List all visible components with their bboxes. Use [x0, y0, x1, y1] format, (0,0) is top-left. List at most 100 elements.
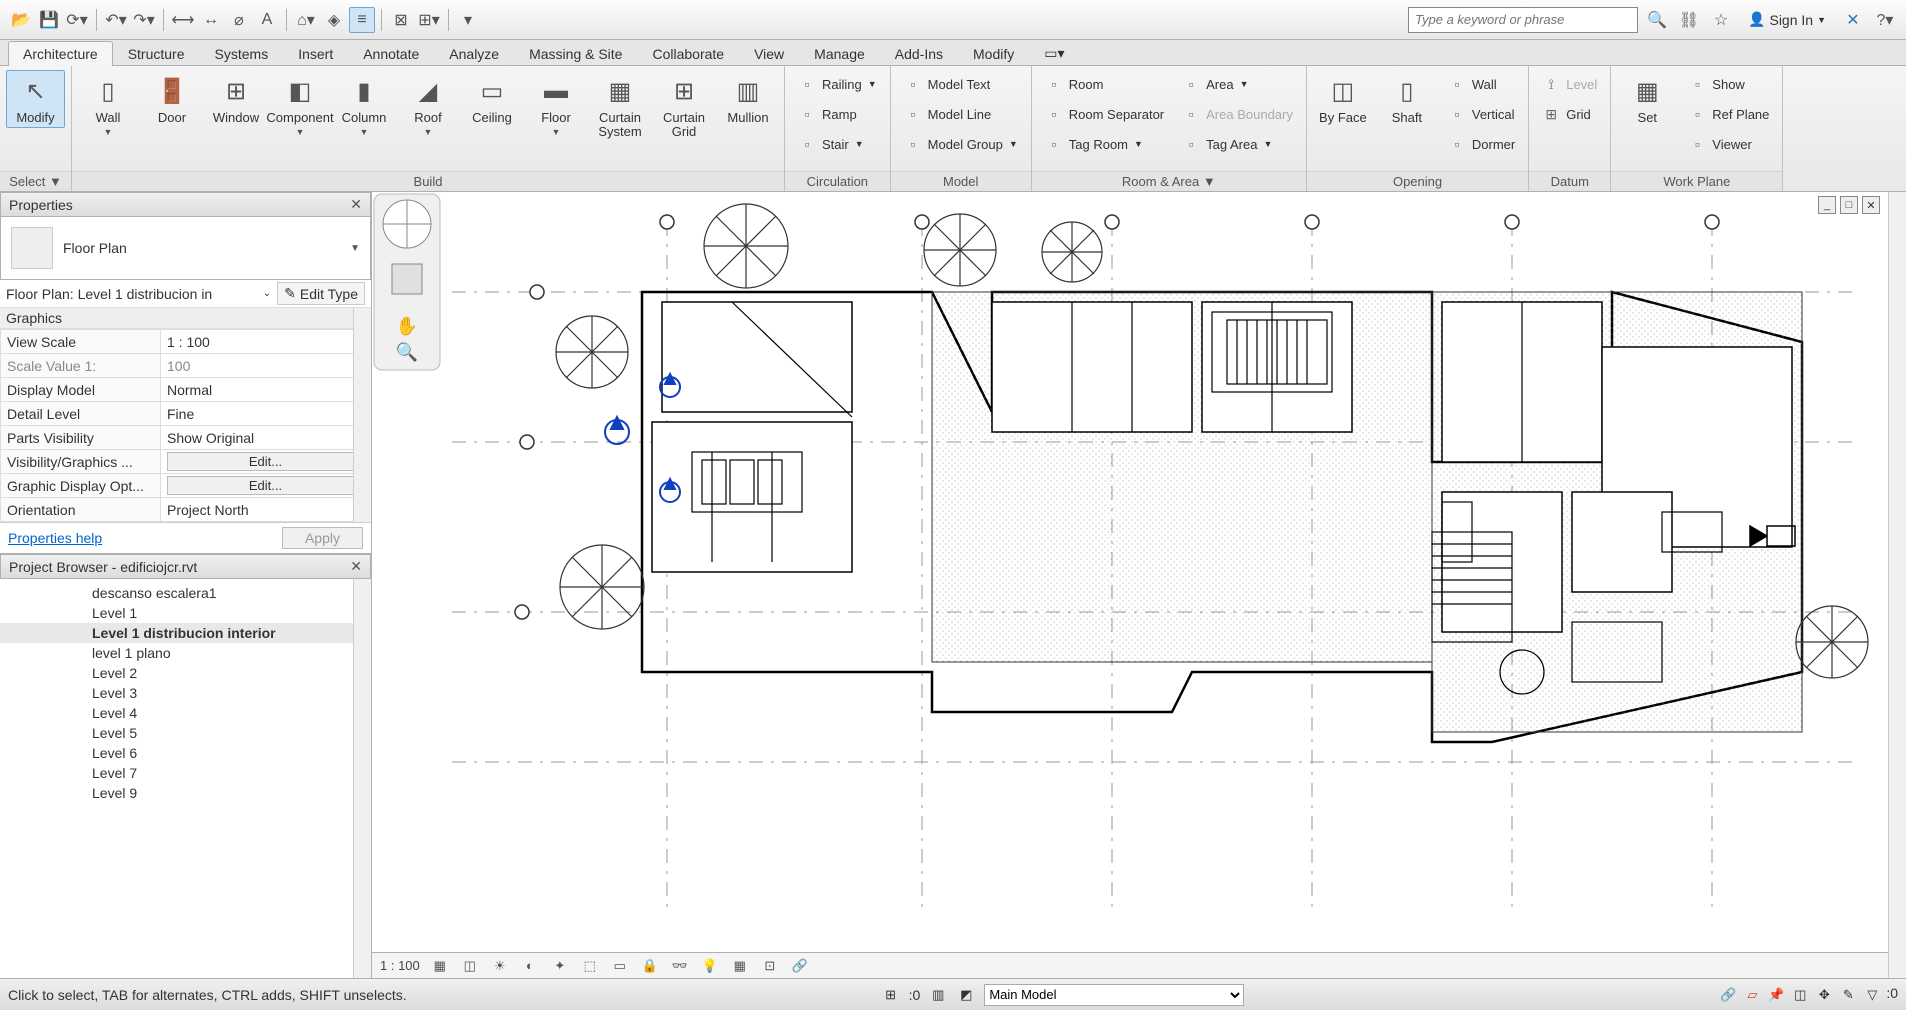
instance-name[interactable]: Floor Plan: Level 1 distribucion in: [6, 286, 257, 302]
modify-button[interactable]: ↖ Modify: [6, 70, 65, 128]
room-separator-button[interactable]: ▫Room Separator: [1038, 100, 1171, 128]
crop-view-icon[interactable]: ⬚: [580, 957, 600, 975]
text-icon[interactable]: A: [254, 7, 280, 33]
properties-header[interactable]: Properties ✕: [0, 192, 371, 217]
exchange-icon[interactable]: ✕: [1840, 7, 1866, 33]
floor-button[interactable]: ▬Floor▼: [526, 70, 586, 140]
mullion-button[interactable]: ▥Mullion: [718, 70, 778, 128]
ribbon-state-icon[interactable]: ▭▾: [1029, 40, 1079, 66]
open-icon[interactable]: 📂: [8, 7, 34, 33]
drag-elements-icon[interactable]: ✥: [1814, 985, 1834, 1005]
tab-insert[interactable]: Insert: [283, 41, 348, 66]
worksharing-display-icon[interactable]: ▦: [730, 957, 750, 975]
tab-architecture[interactable]: Architecture: [8, 41, 113, 66]
redo-icon[interactable]: ↷▾: [131, 7, 157, 33]
editable-only-icon[interactable]: ✎: [1838, 985, 1858, 1005]
property-row[interactable]: Display ModelNormal: [1, 378, 371, 402]
select-underlay-icon[interactable]: ▱: [1742, 985, 1762, 1005]
chevron-down-icon[interactable]: ⌄: [263, 288, 271, 299]
sun-path-icon[interactable]: ☀: [490, 957, 510, 975]
properties-help-link[interactable]: Properties help: [8, 530, 102, 546]
stair-button[interactable]: ▫Stair ▼: [791, 130, 884, 158]
tab-annotate[interactable]: Annotate: [348, 41, 434, 66]
switch-windows-icon[interactable]: ⊞▾: [416, 7, 442, 33]
model-line-button[interactable]: ▫Model Line: [897, 100, 1025, 128]
tag-room-button[interactable]: ▫Tag Room ▼: [1038, 130, 1171, 158]
help-icon[interactable]: ?▾: [1872, 7, 1898, 33]
drawing-canvas[interactable]: _ □ ✕: [372, 192, 1888, 978]
type-selector[interactable]: Floor Plan ▼: [0, 217, 371, 280]
edit-button[interactable]: Edit...: [167, 476, 364, 495]
save-icon[interactable]: 💾: [36, 7, 62, 33]
close-inactive-icon[interactable]: ⊠: [388, 7, 414, 33]
property-row[interactable]: OrientationProject North: [1, 498, 371, 522]
property-row[interactable]: View Scale1 : 100: [1, 330, 371, 354]
search-input[interactable]: [1408, 7, 1638, 33]
analytical-icon[interactable]: ⊡: [760, 957, 780, 975]
browser-item[interactable]: level 1 plano: [0, 643, 371, 663]
close-icon[interactable]: ✕: [350, 558, 362, 575]
lock-3d-icon[interactable]: 🔒: [640, 957, 660, 975]
tab-collaborate[interactable]: Collaborate: [637, 41, 739, 66]
area-button[interactable]: ▫Area ▼: [1175, 70, 1300, 98]
detail-level-icon[interactable]: ▦: [430, 957, 450, 975]
design-options-icon[interactable]: ▥: [928, 985, 948, 1005]
tab-analyze[interactable]: Analyze: [434, 41, 514, 66]
roof-button[interactable]: ◢Roof▼: [398, 70, 458, 140]
canvas-scrollbar-v[interactable]: [1888, 192, 1906, 978]
property-row[interactable]: Graphic Display Opt...Edit...: [1, 474, 371, 498]
wall-button[interactable]: ▯Wall▼: [78, 70, 138, 140]
tab-structure[interactable]: Structure: [113, 41, 200, 66]
browser-item[interactable]: Level 3: [0, 683, 371, 703]
search-icon[interactable]: 🔍: [1644, 7, 1670, 33]
show-button[interactable]: ▫Show: [1681, 70, 1776, 98]
properties-scrollbar[interactable]: [353, 308, 371, 522]
railing-button[interactable]: ▫Railing ▼: [791, 70, 884, 98]
vertical-button[interactable]: ▫Vertical: [1441, 100, 1522, 128]
room-button[interactable]: ▫Room: [1038, 70, 1171, 98]
shadows-icon[interactable]: ◐: [520, 957, 540, 975]
tab-systems[interactable]: Systems: [200, 41, 284, 66]
workset-icon[interactable]: ⊞: [881, 985, 901, 1005]
navigation-bar[interactable]: ✋ 🔍: [372, 192, 442, 372]
default-3d-icon[interactable]: ⌂▾: [293, 7, 319, 33]
browser-scrollbar[interactable]: [353, 579, 371, 978]
measure-icon[interactable]: ⟷: [170, 7, 196, 33]
shaft-button[interactable]: ▯ Shaft: [1377, 70, 1437, 128]
browser-item[interactable]: Level 1 distribucion interior: [0, 623, 371, 643]
reveal-hidden-icon[interactable]: 💡: [700, 957, 720, 975]
property-row[interactable]: Parts VisibilityShow Original: [1, 426, 371, 450]
graphics-category[interactable]: Graphics: [0, 308, 371, 329]
sync-icon[interactable]: ⟳▾: [64, 7, 90, 33]
property-row[interactable]: Visibility/Graphics ...Edit...: [1, 450, 371, 474]
by-face-button[interactable]: ◫ By Face: [1313, 70, 1373, 128]
browser-item[interactable]: descanso escalera1: [0, 583, 371, 603]
tab-view[interactable]: View: [739, 41, 799, 66]
temporary-hide-icon[interactable]: 👓: [670, 957, 690, 975]
property-row[interactable]: Detail LevelFine: [1, 402, 371, 426]
browser-item[interactable]: Level 5: [0, 723, 371, 743]
align-dim-icon[interactable]: ↔: [198, 7, 224, 33]
browser-item[interactable]: Level 9: [0, 783, 371, 803]
crop-region-icon[interactable]: ▭: [610, 957, 630, 975]
section-icon[interactable]: ◈: [321, 7, 347, 33]
viewer-button[interactable]: ▫Viewer: [1681, 130, 1776, 158]
view-scale[interactable]: 1 : 100: [380, 958, 420, 973]
set-button[interactable]: ▦ Set: [1617, 70, 1677, 128]
curtain-system-button[interactable]: ▦Curtain System: [590, 70, 650, 143]
tab-add-ins[interactable]: Add-Ins: [880, 41, 958, 66]
dormer-button[interactable]: ▫Dormer: [1441, 130, 1522, 158]
browser-item[interactable]: Level 4: [0, 703, 371, 723]
model-text-button[interactable]: ▫Model Text: [897, 70, 1025, 98]
edit-type-button[interactable]: ✎ Edit Type: [277, 282, 365, 305]
workset-select[interactable]: Main Model: [984, 984, 1244, 1006]
filter-icon[interactable]: ▽: [1862, 985, 1882, 1005]
tag-icon[interactable]: ⌀: [226, 7, 252, 33]
constraints-icon[interactable]: 🔗: [790, 957, 810, 975]
grid-button[interactable]: ⊞Grid: [1535, 100, 1604, 128]
tag-area-button[interactable]: ▫Tag Area ▼: [1175, 130, 1300, 158]
favorites-icon[interactable]: ☆: [1708, 7, 1734, 33]
select-links-icon[interactable]: 🔗: [1718, 985, 1738, 1005]
browser-item[interactable]: Level 7: [0, 763, 371, 783]
window-button[interactable]: ⊞Window: [206, 70, 266, 128]
